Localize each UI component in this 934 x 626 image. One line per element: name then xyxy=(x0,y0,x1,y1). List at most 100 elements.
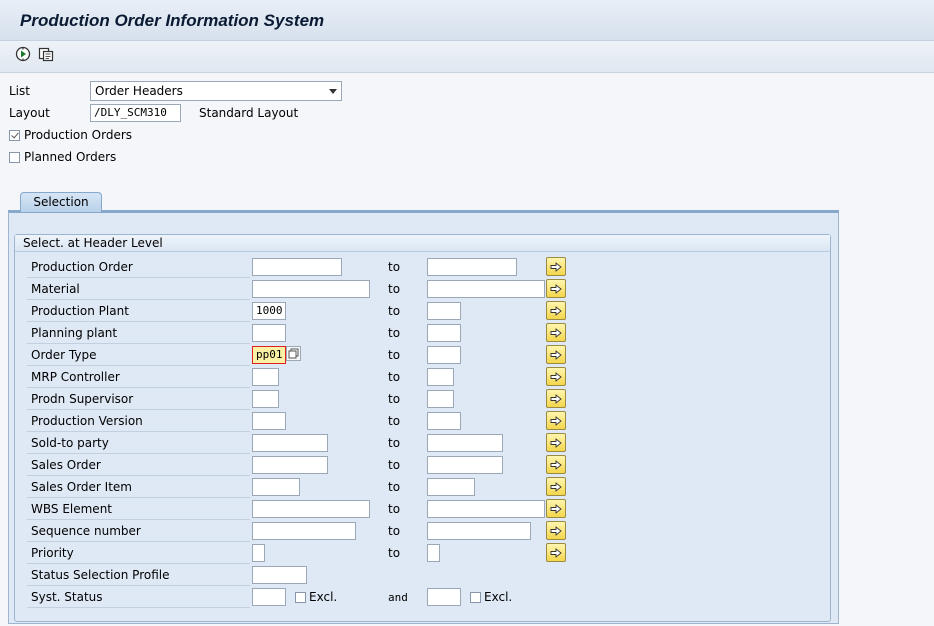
layout-label: Layout xyxy=(9,106,50,120)
row-divider xyxy=(27,497,250,498)
status-selection-profile-field[interactable] xyxy=(252,566,307,584)
to-label: to xyxy=(388,458,401,472)
page-title: Production Order Information System xyxy=(20,11,325,30)
sales-order-from[interactable] xyxy=(252,456,328,474)
mrp-controller-to[interactable] xyxy=(427,368,454,386)
sequence-number-from[interactable] xyxy=(252,522,356,540)
multiple-selection-button[interactable] xyxy=(546,389,566,408)
prodn-supervisor-label: Prodn Supervisor xyxy=(31,392,134,406)
production-plant-to[interactable] xyxy=(427,302,461,320)
to-label: to xyxy=(388,348,401,362)
priority-from[interactable] xyxy=(252,544,265,562)
multiple-selection-button[interactable] xyxy=(546,433,566,452)
multiple-selection-button[interactable] xyxy=(546,477,566,496)
syst-status-excl-checkbox[interactable] xyxy=(295,592,306,603)
multiple-selection-button[interactable] xyxy=(546,455,566,474)
planning-plant-from[interactable] xyxy=(252,324,286,342)
arrow-right-icon xyxy=(550,481,562,492)
syst-status-label: Syst. Status xyxy=(31,590,103,604)
planning-plant-to[interactable] xyxy=(427,324,461,342)
production-version-from[interactable] xyxy=(252,412,286,430)
to-label: to xyxy=(388,524,401,538)
multiple-selection-button[interactable] xyxy=(546,279,566,298)
planning-plant-label: Planning plant xyxy=(31,326,118,340)
sales-order-item-label: Sales Order Item xyxy=(31,480,132,494)
production-plant-label: Production Plant xyxy=(31,304,129,318)
multiple-selection-button[interactable] xyxy=(546,345,566,364)
arrow-right-icon xyxy=(550,393,562,404)
list-dropdown[interactable]: Order Headers xyxy=(90,81,342,101)
material-from[interactable] xyxy=(252,280,370,298)
material-to[interactable] xyxy=(427,280,545,298)
sales-order-to[interactable] xyxy=(427,456,503,474)
row-divider xyxy=(27,343,250,344)
multiple-selection-button[interactable] xyxy=(546,543,566,562)
planned-orders-checkbox[interactable] xyxy=(9,152,20,163)
sales-order-label: Sales Order xyxy=(31,458,101,472)
get-variant-icon[interactable] xyxy=(37,45,55,63)
to-label: to xyxy=(388,326,401,340)
and-label: and xyxy=(388,591,408,604)
row-divider xyxy=(27,277,250,278)
sales-order-item-to[interactable] xyxy=(427,478,475,496)
prodn-supervisor-to[interactable] xyxy=(427,390,454,408)
excl-label: Excl. xyxy=(309,590,338,604)
sold-to-party-from[interactable] xyxy=(252,434,328,452)
production-order-label: Production Order xyxy=(31,260,133,274)
to-label: to xyxy=(388,370,401,384)
sequence-number-to[interactable] xyxy=(427,522,531,540)
sales-order-item-from[interactable] xyxy=(252,478,300,496)
arrow-right-icon xyxy=(550,305,562,316)
arrow-right-icon xyxy=(550,503,562,514)
mrp-controller-from[interactable] xyxy=(252,368,279,386)
layout-field[interactable]: /DLY_SCM310 xyxy=(90,104,181,122)
group-title: Select. at Header Level xyxy=(23,236,163,250)
excl-label-2: Excl. xyxy=(484,590,513,604)
wbs-element-from[interactable] xyxy=(252,500,370,518)
multiple-selection-button[interactable] xyxy=(546,323,566,342)
production-plant-from[interactable]: 1000 xyxy=(252,302,286,320)
arrow-right-icon xyxy=(550,415,562,426)
sold-to-party-to[interactable] xyxy=(427,434,503,452)
production-version-to[interactable] xyxy=(427,412,461,430)
to-label: to xyxy=(388,392,401,406)
multiple-selection-button[interactable] xyxy=(546,499,566,518)
row-divider xyxy=(27,563,250,564)
multiple-selection-button[interactable] xyxy=(546,257,566,276)
multiple-selection-button[interactable] xyxy=(546,301,566,320)
title-bar: Production Order Information System xyxy=(0,0,934,41)
production-orders-checkbox[interactable] xyxy=(9,130,20,141)
order-type-to[interactable] xyxy=(427,346,461,364)
mrp-controller-label: MRP Controller xyxy=(31,370,120,384)
arrow-right-icon xyxy=(550,547,562,558)
syst-status-field-2[interactable] xyxy=(427,588,461,606)
row-divider xyxy=(27,387,250,388)
list-dropdown-value: Order Headers xyxy=(95,84,183,98)
production-order-to[interactable] xyxy=(427,258,517,276)
prodn-supervisor-from[interactable] xyxy=(252,390,279,408)
to-label: to xyxy=(388,414,401,428)
tab-selection[interactable]: Selection xyxy=(20,192,102,212)
multiple-selection-button[interactable] xyxy=(546,411,566,430)
planned-orders-label: Planned Orders xyxy=(24,150,117,164)
order-type-from[interactable]: pp01 xyxy=(252,346,286,364)
multiple-selection-button[interactable] xyxy=(546,521,566,540)
syst-status-excl-checkbox-2[interactable] xyxy=(470,592,481,603)
group-header: Select. at Header Level xyxy=(15,235,830,252)
to-label: to xyxy=(388,480,401,494)
to-label: to xyxy=(388,282,401,296)
value-help-button[interactable] xyxy=(286,346,301,361)
priority-to[interactable] xyxy=(427,544,440,562)
arrow-right-icon xyxy=(550,437,562,448)
execute-icon[interactable] xyxy=(14,45,32,63)
multiple-selection-button[interactable] xyxy=(546,367,566,386)
syst-status-field[interactable] xyxy=(252,588,286,606)
wbs-element-to[interactable] xyxy=(427,500,545,518)
order-type-label: Order Type xyxy=(31,348,97,362)
chevron-down-icon[interactable] xyxy=(329,89,337,94)
arrow-right-icon xyxy=(550,327,562,338)
to-label: to xyxy=(388,304,401,318)
priority-label: Priority xyxy=(31,546,74,560)
production-order-from[interactable] xyxy=(252,258,342,276)
sold-to-party-label: Sold-to party xyxy=(31,436,109,450)
